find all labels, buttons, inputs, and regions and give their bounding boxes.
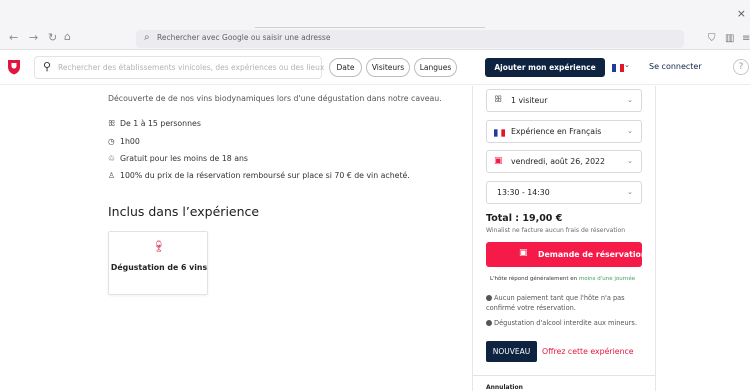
experience-description: Découverte de de nos vins biodynamiques … <box>108 94 442 103</box>
search-input[interactable]: ⚲ Rechercher des établissements vinicole… <box>34 56 325 79</box>
winalist-logo-icon[interactable] <box>7 59 21 75</box>
chevron-down-icon: ⌄ <box>627 188 633 196</box>
total-price: Total : 19,00 € <box>486 213 563 224</box>
child-icon: ♲ <box>108 154 115 163</box>
site-header: ⚲ Rechercher des établissements vinicole… <box>0 51 750 85</box>
languages-filter-button[interactable]: Langues <box>414 58 457 77</box>
calendar-icon: ▣ <box>494 156 503 166</box>
search-placeholder: Rechercher des établissements vinicoles,… <box>58 63 325 72</box>
clock-icon: ◷ <box>108 137 115 146</box>
time-value: 13:30 - 14:30 <box>497 188 550 197</box>
wine-glass-icon: 🍷︎ <box>152 240 166 253</box>
included-item-label: Dégustation de 6 vins <box>110 263 208 272</box>
date-select[interactable]: ▣ vendredi, août 26, 2022 ⌄ <box>486 150 642 173</box>
new-badge: NOUVEAU <box>486 341 537 362</box>
language-value: Expérience en Français <box>511 127 602 136</box>
login-link[interactable]: Se connecter <box>649 62 702 71</box>
people-icon: ꕥ <box>494 95 503 105</box>
reply-time-highlight: moins d'une journée <box>578 276 636 282</box>
browser-tab-bar <box>0 0 750 28</box>
pocket-icon[interactable]: ⛉ <box>708 33 716 44</box>
fees-note: Winalist ne facture aucun frais de réser… <box>486 227 626 234</box>
people-icon: ꕥ <box>108 119 116 128</box>
address-bar-placeholder: Rechercher avec Google ou saisir une adr… <box>157 33 331 42</box>
french-flag-icon <box>494 129 505 137</box>
visitors-filter-button[interactable]: Visiteurs <box>366 58 410 77</box>
divider <box>473 375 655 376</box>
gift-experience-link[interactable]: Offrez cette expérience <box>542 347 634 356</box>
window-close-icon[interactable]: × <box>737 7 746 20</box>
host-reply-note: L'hôte répond généralement en moins d'un… <box>490 276 636 282</box>
cancellation-heading: Annulation <box>486 384 523 391</box>
alcohol-note: Dégustation d'alcool interdite aux mineu… <box>486 318 656 328</box>
chevron-down-icon: ⌄ <box>627 96 633 104</box>
address-bar[interactable]: ⌕ Rechercher avec Google ou saisir une a… <box>136 30 684 48</box>
chevron-down-icon: ⌄ <box>627 157 633 165</box>
add-experience-button[interactable]: Ajouter mon expérience <box>485 58 605 77</box>
chevron-down-icon[interactable]: ⌄ <box>624 61 630 69</box>
feature-item: ♙ 100% du prix de la réservation rembours… <box>108 171 410 180</box>
payment-note: Aucun paiement tant que l'hôte n'a pas c… <box>486 294 625 312</box>
arrow-left-icon[interactable]: ← <box>9 31 18 44</box>
language-select[interactable]: Expérience en Français ⌄ <box>486 120 642 143</box>
time-select[interactable]: 13:30 - 14:30 ⌄ <box>486 181 642 204</box>
arrow-right-icon[interactable]: → <box>29 31 38 44</box>
date-filter-button[interactable]: Date <box>329 58 362 77</box>
included-heading: Inclus dans l’expérience <box>108 204 260 219</box>
menu-icon[interactable]: ≡ <box>742 33 750 44</box>
visitors-select[interactable]: ꕥ 1 visiteur ⌄ <box>486 89 642 112</box>
feature-item: ♲ Gratuit pour les moins de 18 ans <box>108 154 248 163</box>
search-icon: ⌕ <box>144 32 150 43</box>
feature-item: ◷ 1h00 <box>108 137 140 146</box>
chevron-down-icon: ⌄ <box>627 127 633 135</box>
french-flag-icon[interactable] <box>612 64 624 72</box>
home-icon[interactable]: ⌂ <box>64 30 71 43</box>
feature-item: ꕥ De 1 à 15 personnes <box>108 119 201 128</box>
date-value: vendredi, août 26, 2022 <box>511 157 605 166</box>
reload-icon[interactable]: ↻ <box>48 31 57 44</box>
help-icon[interactable]: ? <box>733 59 749 75</box>
info-icon <box>486 295 492 301</box>
bottle-icon: ♙ <box>108 171 115 180</box>
included-item-card: 🍷︎ Dégustation de 6 vins <box>108 231 208 295</box>
visitors-value: 1 visiteur <box>511 96 548 105</box>
search-icon: ⚲ <box>43 60 52 73</box>
info-icon <box>486 320 492 326</box>
reservation-request-button[interactable]: ▣ Demande de réservation <box>486 242 646 267</box>
reservation-request-label: Demande de réservation <box>538 250 647 259</box>
calendar-icon: ▣ <box>519 248 528 258</box>
sidebar-icon[interactable]: ▥ <box>725 33 734 44</box>
